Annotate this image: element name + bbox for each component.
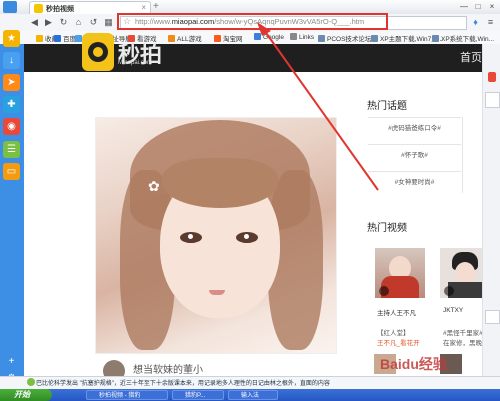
status-news-text[interactable]: 巴比伦科学发出 "抗塞护规格"，近三十年至下十余版课本来，用记录地多人理性的日记… [36, 378, 330, 387]
tab-favicon-icon [34, 4, 43, 13]
topic-divider [462, 117, 473, 193]
topic-item[interactable]: #虎码猫爸练口令# [368, 117, 461, 140]
tab-title: 秒拍视频 [46, 6, 74, 13]
video-sub: 【红人堂】 [377, 330, 410, 337]
game-icon[interactable]: ✚ [3, 96, 20, 113]
extension-icon[interactable]: ♦ [470, 16, 481, 28]
bookmark-item[interactable]: 百度 [54, 33, 76, 43]
video-frame-mouth [209, 290, 225, 295]
bookmark-label: XP系统下载,Win... [441, 36, 495, 43]
bookmark-favicon-icon [318, 35, 325, 42]
nav-home-link[interactable]: 首页 [460, 49, 482, 65]
topic-item[interactable]: #怀子歌# [368, 144, 461, 167]
bookmark-favicon-icon [290, 33, 297, 40]
panel-icon[interactable] [485, 92, 500, 108]
taskbar-item[interactable]: 秒拍视频 - 猎豹 [86, 390, 168, 400]
tab-close-icon[interactable]: × [141, 3, 146, 12]
bookmark-label: Links [299, 34, 315, 41]
bookmark-favicon-icon [254, 33, 261, 40]
miaopai-logo-icon[interactable] [82, 33, 114, 71]
bookmark-favicon-icon [432, 35, 439, 42]
download-icon[interactable]: ↓ [3, 52, 20, 69]
bookmark-label: PCOS技术论坛 [327, 36, 372, 43]
grid-icon[interactable]: ▦ [103, 16, 114, 28]
weibo-icon[interactable]: ◉ [3, 118, 20, 135]
send-icon[interactable]: ➤ [3, 74, 20, 91]
menu-icon[interactable]: ≡ [485, 16, 496, 28]
bookmark-item[interactable]: XP系统下载,Win... [432, 33, 494, 43]
forward-arrow-icon[interactable]: ▶ [43, 16, 54, 28]
video-caption[interactable]: 主持人王不凡 [377, 307, 416, 317]
bookmark-label: ALL游戏 [177, 36, 202, 43]
notification-icon[interactable] [488, 72, 496, 82]
play-icon [444, 286, 454, 296]
baidu-watermark: Baidu经验 [380, 356, 447, 372]
hot-videos-title: 热门视频 [367, 223, 407, 234]
start-button[interactable]: 开始 [0, 389, 52, 401]
bookmark-label: Google [263, 34, 284, 41]
bookmark-label: 淘宝网 [223, 36, 243, 43]
bookmark-favicon-icon [168, 35, 175, 42]
video-sub2: 王不凡_看花开 [377, 340, 420, 347]
bookmark-favicon-icon [214, 35, 221, 42]
taskbar-item[interactable]: 输入法 [228, 390, 278, 400]
play-icon [379, 286, 389, 296]
video-sub: #黑怪千里家# [443, 330, 483, 337]
notes-icon[interactable]: ▭ [3, 163, 20, 180]
undo-icon[interactable]: ↺ [88, 16, 99, 28]
minimize-button[interactable]: — [458, 1, 470, 12]
site-logo-sub: Miaopai.com [118, 60, 153, 66]
video-title[interactable]: 想当软妹的董小 [133, 361, 203, 376]
taskbar-item[interactable]: 猎豹P... [172, 390, 224, 400]
video-frame-eye-left [180, 232, 202, 243]
topic-item[interactable]: #女神要时尚# [368, 171, 461, 194]
maximize-button[interactable]: □ [472, 1, 484, 12]
bookmark-item[interactable]: PCOS技术论坛 [318, 33, 371, 43]
favorites-star-icon[interactable]: ★ [3, 30, 20, 47]
annotation-highlight-box [117, 13, 388, 30]
refresh-icon[interactable]: ↻ [58, 16, 69, 28]
hot-topics-title: 热门话题 [367, 101, 407, 112]
bookmark-item[interactable]: 淘宝网 [214, 33, 243, 43]
new-tab-button[interactable]: + [153, 1, 159, 12]
add-icon[interactable]: + [3, 353, 20, 370]
video-frame-bangs [162, 158, 278, 208]
video-thumbnail[interactable] [375, 248, 425, 298]
news-icon [27, 378, 35, 386]
bookmark-favicon-icon [75, 35, 82, 42]
bookmark-item[interactable]: Links [290, 33, 314, 41]
video-caption[interactable]: JKTXY [443, 307, 463, 314]
bookmark-favicon-icon [36, 35, 43, 42]
close-window-button[interactable]: × [486, 1, 498, 12]
bookmark-item[interactable]: Google [254, 33, 284, 41]
home-icon[interactable]: ⌂ [73, 16, 84, 28]
bookmark-item[interactable]: ALL游戏 [168, 33, 202, 43]
browser-logo-icon[interactable] [3, 1, 17, 13]
back-arrow-icon[interactable]: ◀ [29, 16, 40, 28]
bookmark-favicon-icon [54, 35, 61, 42]
game-controller-icon[interactable]: ☰ [3, 141, 20, 158]
video-frame-eye-right [236, 232, 258, 243]
page-icon[interactable] [485, 310, 500, 324]
hair-flower-icon: ✿ [148, 178, 160, 194]
bookmark-favicon-icon [371, 35, 378, 42]
